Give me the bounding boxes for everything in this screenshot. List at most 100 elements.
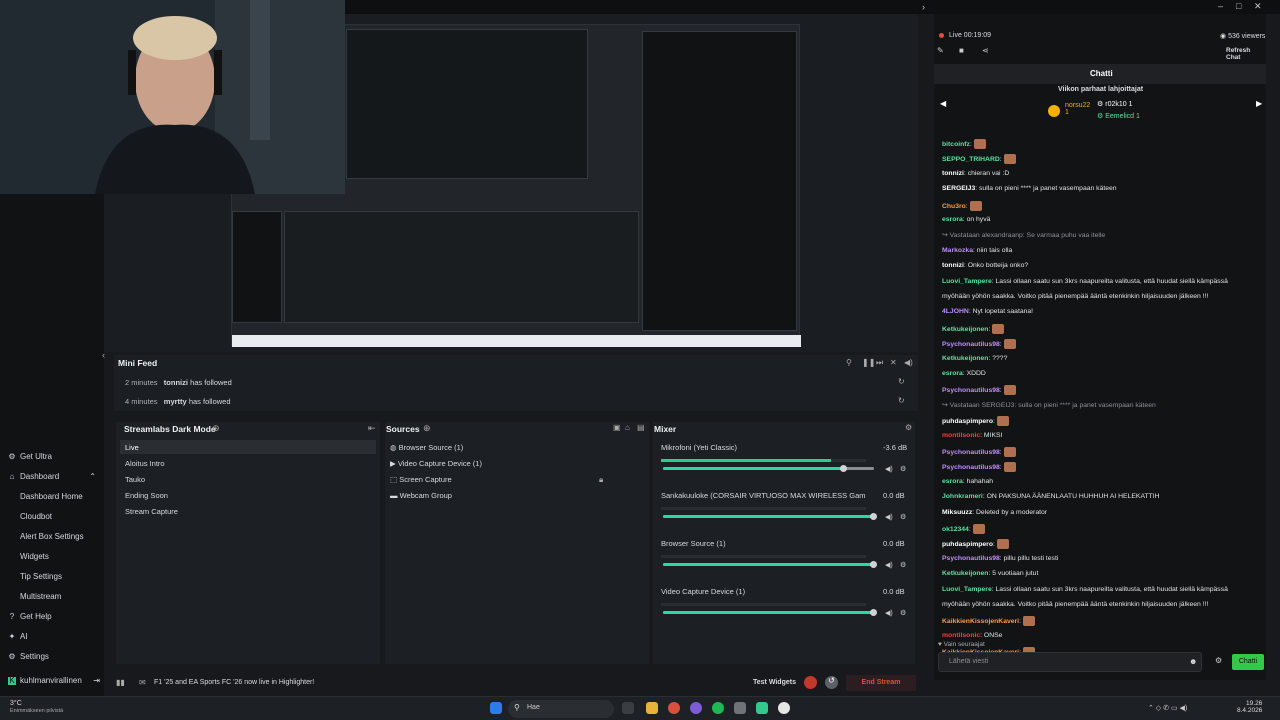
chat-username[interactable]: Ketkukeijonen (942, 355, 988, 362)
speaker-icon[interactable]: ◀) (885, 609, 893, 617)
chat-message[interactable]: Ketkukeijonen: (942, 323, 1005, 334)
chat-message[interactable]: Chu3ro: (942, 200, 982, 211)
sidebar-item-dashboard[interactable]: ⌂ Dashboard ⌃ (8, 472, 96, 481)
maximize-button[interactable]: □ (1236, 1, 1241, 11)
chat-username[interactable]: SEPPO_TRIHARD (942, 156, 1000, 163)
channel-settings-icon[interactable]: ⚙ (900, 561, 906, 569)
speaker-icon[interactable]: ◀) (885, 561, 893, 569)
chat-username[interactable]: Markozka (942, 247, 973, 254)
source-lock-icon[interactable]: 🔒︎ (599, 475, 603, 485)
logout-icon[interactable]: ⇥ (93, 676, 100, 685)
collapse-chat-icon[interactable]: › (922, 2, 925, 12)
sidebar-item-settings[interactable]: ⚙ Settings (8, 652, 49, 661)
send-chat-button[interactable]: Chatti (1232, 654, 1264, 670)
share-icon[interactable]: ⋖ (982, 46, 989, 55)
add-scene-icon[interactable]: ⊕ (212, 423, 220, 434)
chat-username[interactable]: Ketkukeijonen (942, 570, 988, 577)
browser-icon[interactable] (668, 702, 680, 714)
chat-username[interactable]: Luovi_Tampere (942, 586, 992, 593)
windows-start-icon[interactable] (490, 702, 502, 714)
chat-message[interactable]: Psychonautilus98: (942, 462, 1016, 473)
chat-username[interactable]: montilsonic (942, 632, 980, 639)
add-source-icon[interactable]: ⊕ (423, 423, 431, 434)
scene-item-selected[interactable] (120, 440, 376, 454)
chat-message[interactable]: SERGEIJ3: sulla on pieni **** ja panet v… (942, 185, 1117, 192)
volume-slider-knob[interactable] (870, 561, 877, 568)
volume-slider[interactable] (663, 465, 874, 472)
chat-message-continuation[interactable]: myöhään yöhön saakka. Voitko pitää piene… (942, 601, 1208, 608)
weather-widget[interactable]: 3°C Enimmäkseen pilvistä (10, 700, 63, 714)
chat-username[interactable]: ok12344 (942, 526, 969, 533)
chat-username[interactable]: tonnizi (942, 170, 964, 177)
task-view-icon[interactable] (622, 702, 634, 714)
chat-settings-icon[interactable]: ⚙ (1215, 656, 1222, 665)
volume-icon[interactable]: ◀) (904, 358, 913, 367)
end-stream-button[interactable]: End Stream (846, 675, 916, 691)
chat-tab[interactable]: Chatti (1090, 69, 1113, 78)
chat-username[interactable]: esrora (942, 478, 963, 485)
volume-slider-knob[interactable] (840, 465, 848, 472)
spotify-icon[interactable] (712, 702, 724, 714)
chat-username[interactable]: KaikkienKissojenKaveri (942, 618, 1019, 625)
clock[interactable]: 19.26 8.4.2026 (1237, 700, 1262, 714)
chat-popout-icon[interactable]: ■ (959, 46, 964, 55)
chevron-left-icon[interactable]: ◀ (940, 99, 946, 108)
chevron-right-icon[interactable]: ▶ (1256, 99, 1262, 108)
chat-message[interactable]: Luovi_Tampere: Lassi ollaan saatu sun 3k… (942, 278, 1228, 285)
chat-username[interactable]: Ketkukeijonen (942, 326, 988, 333)
refresh-chat-button[interactable]: Refresh Chat (1226, 47, 1266, 61)
scene-item[interactable]: Ending Soon (125, 491, 168, 500)
chat-username[interactable]: Luovi_Tampere (942, 278, 992, 285)
volume-slider-knob[interactable] (870, 513, 877, 520)
chat-message[interactable]: SEPPO_TRIHARD: (942, 154, 1016, 165)
chat-username[interactable]: montilsonic (942, 432, 980, 439)
chat-username[interactable]: puhdaspimpero (942, 418, 993, 425)
file-explorer-icon[interactable] (646, 702, 658, 714)
discord-icon[interactable] (690, 702, 702, 714)
speaker-icon[interactable]: ◀) (885, 465, 893, 473)
chat-reply-notice[interactable]: ↪ Vastataan alexandraanp: Se varmaa puhu… (942, 231, 1105, 239)
scene-transitions-icon[interactable]: ⇤ (368, 423, 376, 434)
chevron-left-icon[interactable]: ‹ (102, 350, 105, 360)
close-button[interactable]: ✕ (1254, 1, 1262, 12)
chat-username[interactable]: Psychonautilus98 (942, 555, 1000, 562)
chat-message[interactable]: 4LJOHN: Nyt lopetat saatana! (942, 308, 1033, 315)
sidebar-item-ai[interactable]: ✦ AI (8, 632, 28, 641)
chat-message[interactable]: esrora: hahahah (942, 478, 993, 485)
chat-username[interactable]: Psychonautilus98 (942, 387, 1000, 394)
replay-icon[interactable]: ↻ (898, 377, 905, 386)
chat-message[interactable]: Luovi_Tampere: Lassi ollaan saatu sun 3k… (942, 586, 1228, 593)
chat-message[interactable]: ok12344: (942, 524, 985, 534)
chat-message[interactable]: Miksuuzz: Deleted by a moderator (942, 509, 1047, 516)
source-item[interactable]: ◍ Browser Source (1) (390, 443, 463, 452)
lock-icon[interactable]: ⌂ (625, 423, 630, 432)
pause-icon[interactable]: ❚❚ (862, 358, 875, 367)
emoji-icon[interactable]: ☻ (1189, 657, 1197, 666)
minimize-button[interactable]: – (1218, 1, 1223, 11)
scene-item[interactable]: Aloitus Intro (125, 459, 165, 468)
chat-message[interactable]: Psychonautilus98: (942, 447, 1016, 457)
chat-message[interactable]: esrora: XDDD (942, 370, 986, 377)
chat-message[interactable]: Psychonautilus98: (942, 385, 1016, 396)
chat-message[interactable]: montilsonic: MIKSI (942, 432, 1002, 439)
chat-input[interactable]: Lähetä viesti ☻ (938, 652, 1202, 672)
channel-settings-icon[interactable]: ⚙ (900, 609, 906, 617)
chat-username[interactable]: bitcoinfz (942, 141, 970, 148)
chat-message[interactable]: Markozka: niin tais olla (942, 247, 1012, 254)
app-icon[interactable] (734, 702, 746, 714)
obs-icon[interactable] (778, 702, 790, 714)
chat-username[interactable]: 4LJOHN (942, 308, 969, 315)
chat-username[interactable]: tonnizi (942, 262, 964, 269)
chat-message[interactable]: montilsonic: ONSe (942, 632, 1002, 639)
source-item[interactable]: ▬ Webcam Group (390, 491, 452, 500)
scene-item[interactable]: Tauko (125, 475, 145, 484)
volume-slider[interactable] (663, 561, 877, 568)
chat-message[interactable]: Psychonautilus98: pillu pillu testi test… (942, 555, 1058, 562)
filter-icon[interactable]: ⚲ (846, 358, 852, 367)
volume-slider[interactable] (663, 513, 877, 520)
sidebar-item-get-ultra[interactable]: ⚙ Get Ultra (8, 452, 52, 461)
sidebar-item-alert-box[interactable]: Alert Box Settings (20, 532, 84, 541)
volume-slider[interactable] (663, 609, 877, 616)
scene-item[interactable]: Stream Capture (125, 507, 178, 516)
chat-message[interactable]: puhdaspimpero: (942, 539, 1009, 550)
